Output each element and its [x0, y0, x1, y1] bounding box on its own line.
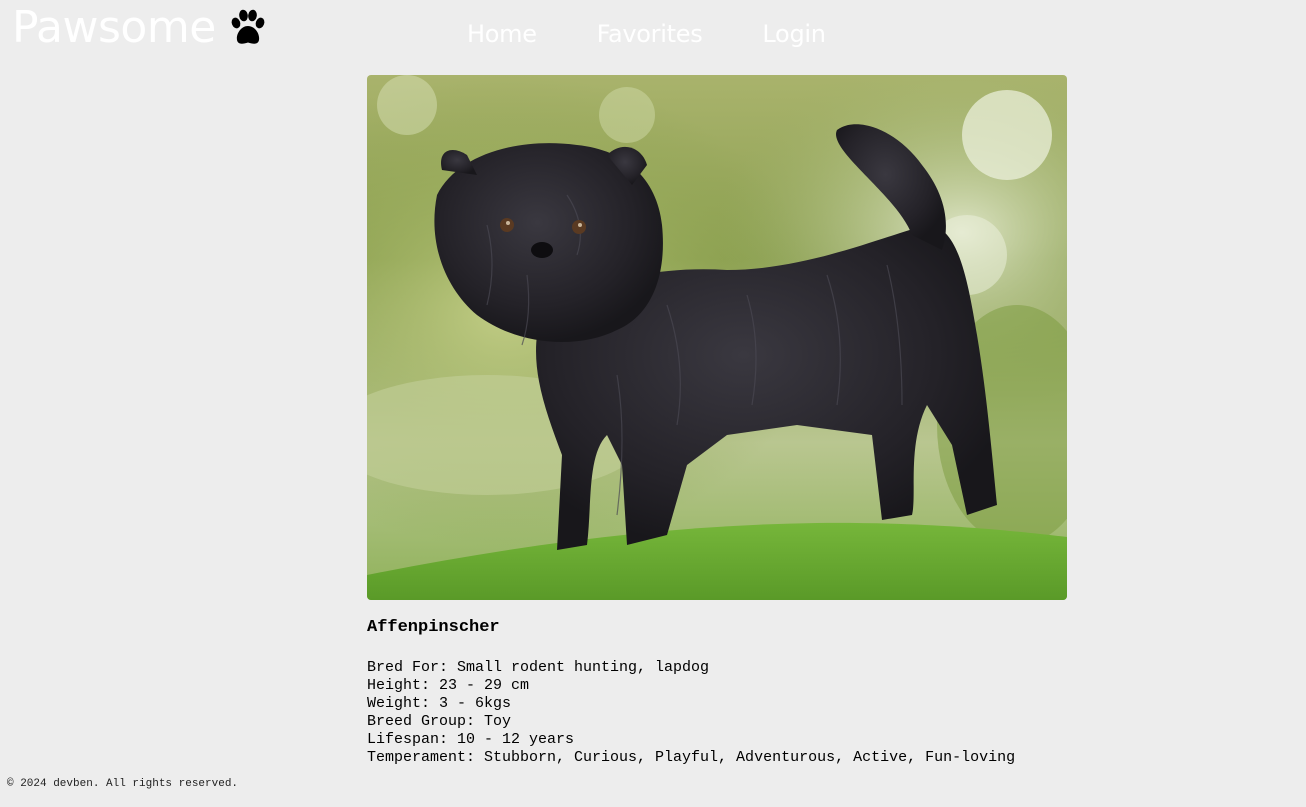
detail-weight: Weight: 3 - 6kgs	[367, 695, 512, 712]
paw-icon	[231, 9, 265, 44]
detail-bred-for: Bred For: Small rodent hunting, lapdog	[367, 659, 710, 676]
detail-lifespan: Lifespan: 10 - 12 years	[367, 731, 575, 748]
breed-info: Affenpinscher Bred For: Small rodent hun…	[367, 617, 1015, 767]
logo-link[interactable]: Pawsome	[12, 0, 268, 60]
detail-temperament: Temperament: Stubborn, Curious, Playful,…	[367, 749, 1016, 766]
site-header: Pawsome Home Favorites Login	[0, 0, 1306, 70]
breed-photo	[367, 75, 1067, 600]
detail-height: Height: 23 - 29 cm	[367, 677, 530, 694]
breed-name: Affenpinscher	[367, 618, 500, 637]
nav-home-link[interactable]: Home	[467, 18, 537, 50]
nav-favorites-link[interactable]: Favorites	[597, 18, 703, 50]
main-nav: Home Favorites Login	[467, 18, 886, 50]
detail-breed-group: Breed Group: Toy	[367, 713, 512, 730]
nav-login-link[interactable]: Login	[762, 18, 826, 50]
footer-copyright: © 2024 devben. All rights reserved.	[7, 778, 239, 790]
logo-text: Pawsome	[12, 2, 216, 53]
